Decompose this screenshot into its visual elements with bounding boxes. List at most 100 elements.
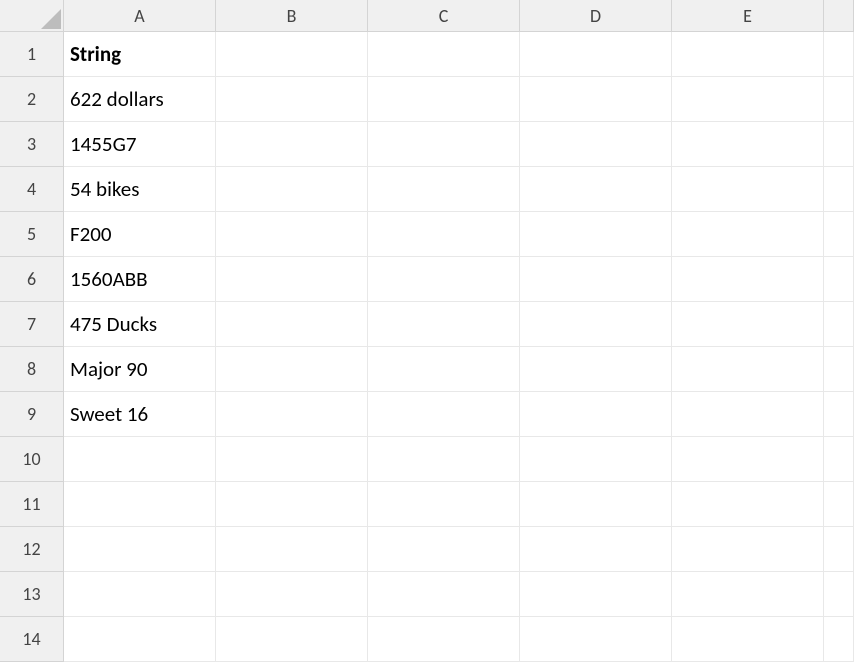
- cell-A13[interactable]: [64, 572, 216, 617]
- row-header-3[interactable]: 3: [0, 122, 64, 167]
- cell-D1[interactable]: [520, 32, 672, 77]
- cell-C4[interactable]: [368, 167, 520, 212]
- cell-B2[interactable]: [216, 77, 368, 122]
- row-header-7[interactable]: 7: [0, 302, 64, 347]
- col-header-partial[interactable]: [824, 0, 854, 32]
- cell-B11[interactable]: [216, 482, 368, 527]
- cell-A11[interactable]: [64, 482, 216, 527]
- cell-A2[interactable]: 622 dollars: [64, 77, 216, 122]
- row-header-13[interactable]: 13: [0, 572, 64, 617]
- row-header-9[interactable]: 9: [0, 392, 64, 437]
- row-header-10[interactable]: 10: [0, 437, 64, 482]
- cell-E11[interactable]: [672, 482, 824, 527]
- cell-E2[interactable]: [672, 77, 824, 122]
- cell-C11[interactable]: [368, 482, 520, 527]
- cell-B9[interactable]: [216, 392, 368, 437]
- cell-partial-row-6[interactable]: [824, 257, 854, 302]
- cell-A12[interactable]: [64, 527, 216, 572]
- row-header-12[interactable]: 12: [0, 527, 64, 572]
- cell-D9[interactable]: [520, 392, 672, 437]
- cell-B10[interactable]: [216, 437, 368, 482]
- row-header-6[interactable]: 6: [0, 257, 64, 302]
- cell-C9[interactable]: [368, 392, 520, 437]
- cell-E10[interactable]: [672, 437, 824, 482]
- cell-D11[interactable]: [520, 482, 672, 527]
- cell-partial-row-11[interactable]: [824, 482, 854, 527]
- cell-partial-row-3[interactable]: [824, 122, 854, 167]
- cell-D10[interactable]: [520, 437, 672, 482]
- cell-E4[interactable]: [672, 167, 824, 212]
- cell-A14[interactable]: [64, 617, 216, 662]
- cell-C10[interactable]: [368, 437, 520, 482]
- cell-E12[interactable]: [672, 527, 824, 572]
- row-header-8[interactable]: 8: [0, 347, 64, 392]
- cell-D5[interactable]: [520, 212, 672, 257]
- row-header-14[interactable]: 14: [0, 617, 64, 662]
- cell-C3[interactable]: [368, 122, 520, 167]
- cell-B7[interactable]: [216, 302, 368, 347]
- cell-C6[interactable]: [368, 257, 520, 302]
- cell-partial-row-9[interactable]: [824, 392, 854, 437]
- col-header-E[interactable]: E: [672, 0, 824, 32]
- cell-C1[interactable]: [368, 32, 520, 77]
- cell-C12[interactable]: [368, 527, 520, 572]
- cell-D8[interactable]: [520, 347, 672, 392]
- cell-partial-row-1[interactable]: [824, 32, 854, 77]
- cell-E7[interactable]: [672, 302, 824, 347]
- cell-partial-row-13[interactable]: [824, 572, 854, 617]
- cell-B6[interactable]: [216, 257, 368, 302]
- row-header-2[interactable]: 2: [0, 77, 64, 122]
- cell-B13[interactable]: [216, 572, 368, 617]
- col-header-D[interactable]: D: [520, 0, 672, 32]
- cell-C14[interactable]: [368, 617, 520, 662]
- cell-partial-row-5[interactable]: [824, 212, 854, 257]
- cell-D3[interactable]: [520, 122, 672, 167]
- row-header-5[interactable]: 5: [0, 212, 64, 257]
- cell-partial-row-10[interactable]: [824, 437, 854, 482]
- cell-E14[interactable]: [672, 617, 824, 662]
- cell-E5[interactable]: [672, 212, 824, 257]
- cell-C5[interactable]: [368, 212, 520, 257]
- row-header-4[interactable]: 4: [0, 167, 64, 212]
- cell-A8[interactable]: Major 90: [64, 347, 216, 392]
- cell-D14[interactable]: [520, 617, 672, 662]
- cell-A4[interactable]: 54 bikes: [64, 167, 216, 212]
- cell-D4[interactable]: [520, 167, 672, 212]
- col-header-A[interactable]: A: [64, 0, 216, 32]
- cell-A9[interactable]: Sweet 16: [64, 392, 216, 437]
- cell-B14[interactable]: [216, 617, 368, 662]
- cell-E9[interactable]: [672, 392, 824, 437]
- cell-A1[interactable]: String: [64, 32, 216, 77]
- cell-partial-row-8[interactable]: [824, 347, 854, 392]
- cell-partial-row-2[interactable]: [824, 77, 854, 122]
- col-header-B[interactable]: B: [216, 0, 368, 32]
- cell-D2[interactable]: [520, 77, 672, 122]
- select-all-corner[interactable]: [0, 0, 64, 32]
- cell-A5[interactable]: F200: [64, 212, 216, 257]
- cell-B5[interactable]: [216, 212, 368, 257]
- cell-B12[interactable]: [216, 527, 368, 572]
- cell-partial-row-7[interactable]: [824, 302, 854, 347]
- cell-E3[interactable]: [672, 122, 824, 167]
- cell-A7[interactable]: 475 Ducks: [64, 302, 216, 347]
- cell-B3[interactable]: [216, 122, 368, 167]
- cell-E6[interactable]: [672, 257, 824, 302]
- cell-E1[interactable]: [672, 32, 824, 77]
- cell-C8[interactable]: [368, 347, 520, 392]
- cell-C7[interactable]: [368, 302, 520, 347]
- cell-A3[interactable]: 1455G7: [64, 122, 216, 167]
- cell-partial-row-12[interactable]: [824, 527, 854, 572]
- cell-D12[interactable]: [520, 527, 672, 572]
- row-header-11[interactable]: 11: [0, 482, 64, 527]
- cell-partial-row-14[interactable]: [824, 617, 854, 662]
- cell-D13[interactable]: [520, 572, 672, 617]
- cell-B4[interactable]: [216, 167, 368, 212]
- cell-E13[interactable]: [672, 572, 824, 617]
- cell-A10[interactable]: [64, 437, 216, 482]
- row-header-1[interactable]: 1: [0, 32, 64, 77]
- col-header-C[interactable]: C: [368, 0, 520, 32]
- cell-partial-row-4[interactable]: [824, 167, 854, 212]
- cell-B8[interactable]: [216, 347, 368, 392]
- cell-E8[interactable]: [672, 347, 824, 392]
- cell-B1[interactable]: [216, 32, 368, 77]
